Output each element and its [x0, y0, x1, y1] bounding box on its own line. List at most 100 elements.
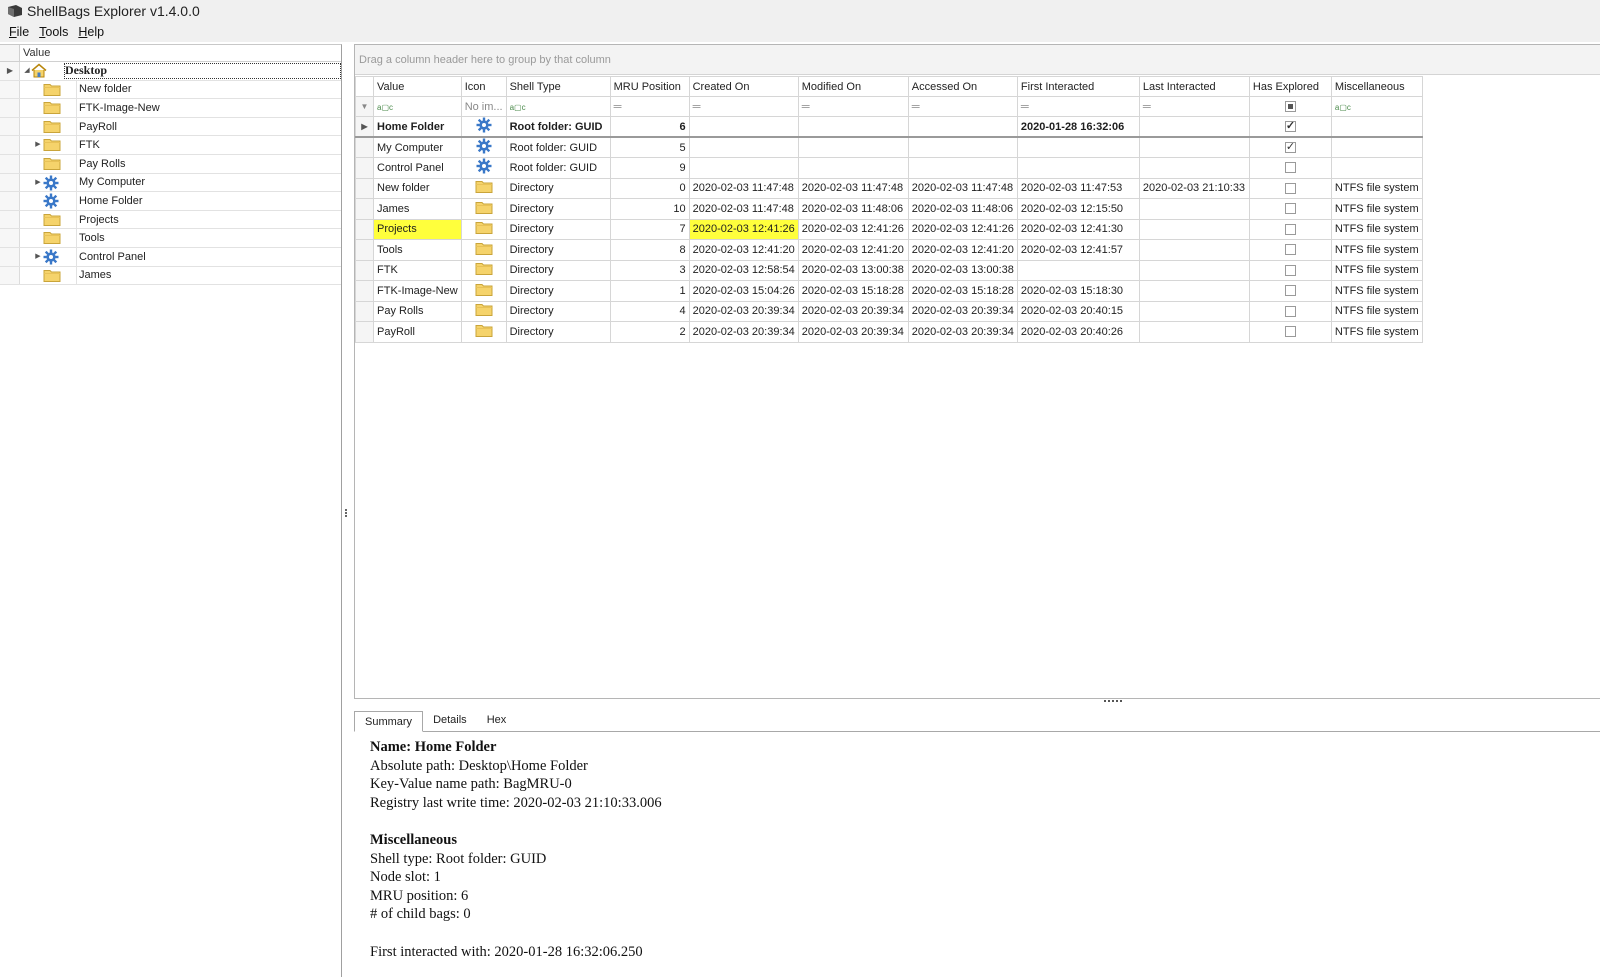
row-indicator[interactable]: [355, 300, 374, 322]
has-explored-checkbox[interactable]: [1284, 305, 1296, 317]
has-explored-checkbox[interactable]: [1284, 203, 1296, 215]
expand-arrow-icon[interactable]: ▶: [33, 178, 43, 188]
cell-shell-type[interactable]: Directory: [505, 239, 611, 261]
table-row[interactable]: PayRoll Directory 2 2020-02-03 20:39:34 2020…: [355, 321, 1423, 343]
horizontal-splitter[interactable]: [1104, 700, 1124, 704]
tree-node[interactable]: New folder: [0, 80, 341, 100]
cell-icon[interactable]: [460, 300, 507, 322]
cell-shell-type[interactable]: Root folder: GUID: [505, 157, 611, 179]
cell-icon[interactable]: [460, 136, 507, 158]
column-header-value[interactable]: Value: [373, 76, 462, 97]
cell-modified[interactable]: 2020-02-03 12:41:20: [797, 239, 909, 261]
column-header-created-on[interactable]: Created On: [688, 76, 799, 97]
row-indicator[interactable]: [0, 136, 20, 154]
cell-explored[interactable]: [1248, 157, 1332, 179]
filter-last[interactable]: ═: [1138, 96, 1250, 117]
menu-help[interactable]: Help: [73, 25, 109, 39]
cell-created[interactable]: 2020-02-03 11:47:48: [688, 198, 799, 220]
cell-first[interactable]: 2020-02-03 20:40:26: [1016, 321, 1140, 343]
cell-last[interactable]: [1138, 136, 1250, 158]
cell-explored[interactable]: [1248, 136, 1332, 158]
cell-created[interactable]: 2020-02-03 12:41:26: [688, 218, 799, 240]
cell-created[interactable]: 2020-02-03 15:04:26: [688, 280, 799, 302]
expand-arrow-icon[interactable]: ▶: [33, 140, 43, 150]
cell-value[interactable]: FTK-Image-New: [373, 280, 462, 302]
cell-explored[interactable]: [1248, 280, 1332, 302]
cell-last[interactable]: [1138, 300, 1250, 322]
row-indicator[interactable]: [0, 80, 20, 99]
cell-mru[interactable]: 3: [609, 259, 690, 281]
cell-mru[interactable]: 7: [609, 218, 690, 240]
table-row[interactable]: FTK Directory 3 2020-02-03 12:58:54 2020-02-…: [355, 259, 1423, 281]
cell-created[interactable]: 2020-02-03 20:39:34: [688, 300, 799, 322]
has-explored-checkbox[interactable]: [1284, 119, 1296, 133]
cell-last[interactable]: [1138, 116, 1250, 138]
row-indicator[interactable]: [355, 157, 374, 179]
cell-first[interactable]: [1016, 157, 1140, 179]
cell-first[interactable]: [1016, 259, 1140, 281]
has-explored-checkbox[interactable]: [1284, 244, 1296, 256]
cell-created[interactable]: [688, 116, 799, 138]
cell-explored[interactable]: [1248, 300, 1332, 322]
cell-first[interactable]: 2020-01-28 16:32:06: [1016, 116, 1140, 138]
table-row[interactable]: Pay Rolls Directory 4 2020-02-03 20:39:34 20…: [355, 300, 1423, 322]
row-indicator[interactable]: [0, 173, 20, 192]
column-header-accessed-on[interactable]: Accessed On: [907, 76, 1018, 97]
cell-icon[interactable]: [460, 116, 507, 138]
cell-accessed[interactable]: 2020-02-03 12:41:26: [907, 218, 1018, 240]
cell-explored[interactable]: [1248, 116, 1332, 138]
cell-value[interactable]: Projects: [373, 218, 462, 240]
cell-modified[interactable]: 2020-02-03 15:18:28: [797, 280, 909, 302]
cell-value[interactable]: PayRoll: [373, 321, 462, 343]
cell-misc[interactable]: [1330, 157, 1423, 179]
cell-modified[interactable]: 2020-02-03 11:48:06: [797, 198, 909, 220]
cell-first[interactable]: 2020-02-03 11:47:53: [1016, 177, 1140, 199]
filter-mru[interactable]: ═: [609, 96, 690, 117]
cell-mru[interactable]: 10: [609, 198, 690, 220]
filter-shell-type[interactable]: a▢c: [505, 96, 611, 117]
row-indicator[interactable]: [355, 136, 374, 158]
row-indicator[interactable]: [355, 259, 374, 281]
column-header-last-interacted[interactable]: Last Interacted: [1138, 76, 1250, 97]
cell-shell-type[interactable]: Directory: [505, 321, 611, 343]
cell-shell-type[interactable]: Directory: [505, 218, 611, 240]
cell-modified[interactable]: 2020-02-03 13:00:38: [797, 259, 909, 281]
filter-accessed[interactable]: ═: [907, 96, 1018, 117]
cell-mru[interactable]: 5: [609, 136, 690, 158]
cell-first[interactable]: 2020-02-03 15:18:30: [1016, 280, 1140, 302]
row-indicator[interactable]: [355, 198, 374, 220]
cell-accessed[interactable]: 2020-02-03 12:41:20: [907, 239, 1018, 261]
cell-accessed[interactable]: 2020-02-03 20:39:34: [907, 300, 1018, 322]
row-indicator[interactable]: ▶: [355, 116, 374, 138]
cell-first[interactable]: [1016, 136, 1140, 158]
cell-icon[interactable]: [460, 157, 507, 179]
row-indicator[interactable]: [0, 99, 20, 117]
cell-accessed[interactable]: 2020-02-03 13:00:38: [907, 259, 1018, 281]
column-header-icon[interactable]: Icon: [460, 76, 507, 97]
cell-value[interactable]: Home Folder: [373, 116, 462, 138]
row-indicator[interactable]: [0, 192, 20, 210]
cell-last[interactable]: [1138, 198, 1250, 220]
cell-misc[interactable]: NTFS file system: [1330, 259, 1423, 281]
cell-accessed[interactable]: [907, 157, 1018, 179]
column-header-has-explored[interactable]: Has Explored: [1248, 76, 1332, 97]
table-row[interactable]: James Directory 10 2020-02-03 11:47:48 2020-…: [355, 198, 1423, 220]
group-by-drop-area[interactable]: Drag a column header here to group by th…: [355, 45, 1600, 75]
cell-value[interactable]: Pay Rolls: [373, 300, 462, 322]
table-row[interactable]: Control Panel Root folder: GUID 9: [355, 157, 1423, 179]
cell-shell-type[interactable]: Root folder: GUID: [505, 136, 611, 158]
table-row[interactable]: ▶ Home Folder Root folder: GUID 6 2020-01-28…: [355, 116, 1423, 138]
cell-icon[interactable]: [460, 259, 507, 281]
filter-first[interactable]: ═: [1016, 96, 1140, 117]
cell-last[interactable]: [1138, 259, 1250, 281]
expand-arrow-icon[interactable]: ▶: [33, 252, 43, 262]
column-header-modified-on[interactable]: Modified On: [797, 76, 909, 97]
cell-misc[interactable]: NTFS file system: [1330, 300, 1423, 322]
has-explored-checkbox[interactable]: [1284, 140, 1296, 154]
cell-icon[interactable]: [460, 321, 507, 343]
row-indicator[interactable]: [355, 280, 374, 302]
tab-summary[interactable]: Summary: [354, 711, 424, 732]
cell-value[interactable]: FTK: [373, 259, 462, 281]
has-explored-checkbox[interactable]: [1284, 182, 1296, 194]
cell-modified[interactable]: 2020-02-03 20:39:34: [797, 321, 909, 343]
